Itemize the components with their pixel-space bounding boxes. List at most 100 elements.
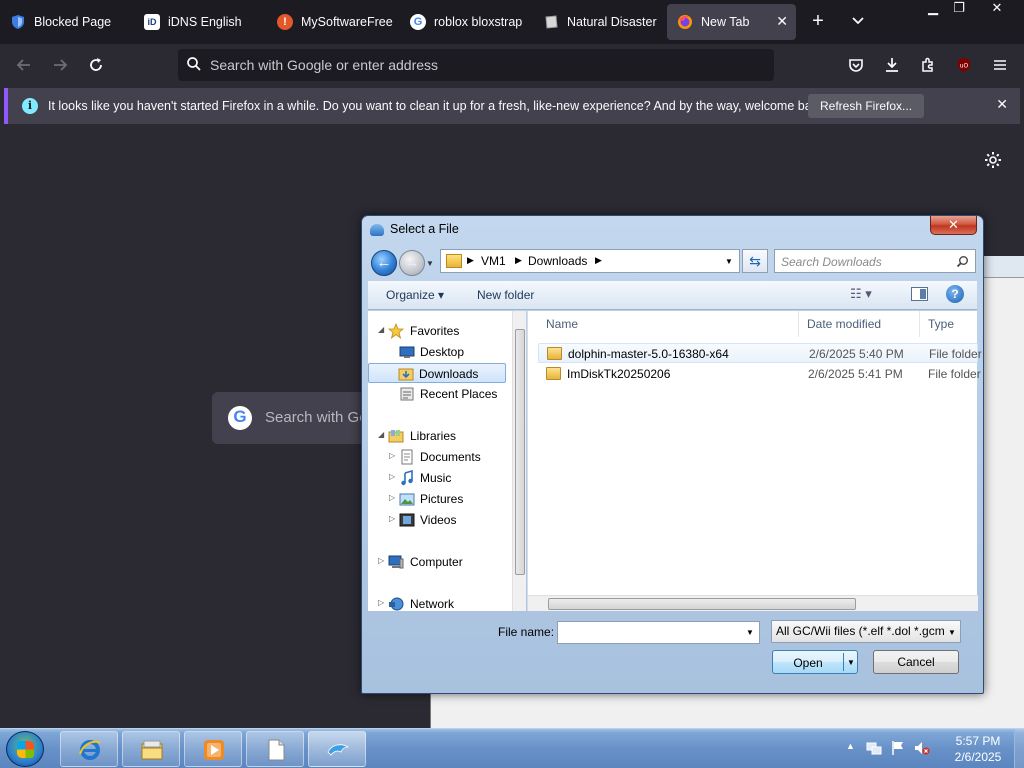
- file-row[interactable]: ImDiskTk20250206 2/6/2025 5:41 PM File f…: [538, 364, 981, 384]
- idns-icon: iD: [144, 14, 160, 30]
- file-row[interactable]: dolphin-master-5.0-16380-x64 2/6/2025 5:…: [538, 343, 982, 363]
- chevron-down-icon[interactable]: ▼: [746, 628, 754, 637]
- collapsed-triangle-icon[interactable]: ▷: [378, 598, 384, 607]
- start-button[interactable]: [6, 731, 44, 767]
- open-button[interactable]: Open ▼: [772, 650, 858, 674]
- address-bar[interactable]: [178, 49, 774, 81]
- network-tray-icon[interactable]: [866, 740, 882, 756]
- nav-music[interactable]: ▷ Music: [368, 468, 506, 488]
- gear-icon[interactable]: [983, 150, 1003, 173]
- chevron-right-icon[interactable]: ▶: [467, 255, 474, 266]
- tab-roblox-bloxstrap[interactable]: G roblox bloxstrap: [400, 4, 533, 40]
- collapsed-triangle-icon[interactable]: ▷: [389, 514, 395, 523]
- reload-button[interactable]: [84, 53, 108, 77]
- videos-icon: [399, 512, 415, 528]
- show-hidden-icons[interactable]: ▲: [846, 741, 855, 751]
- nav-downloads[interactable]: Downloads: [368, 363, 506, 383]
- firefox-icon: [677, 14, 693, 30]
- taskbar-blank-document[interactable]: [246, 731, 304, 767]
- help-icon[interactable]: ?: [946, 285, 964, 303]
- media-player-icon: [202, 738, 226, 762]
- collapsed-triangle-icon[interactable]: ▷: [389, 472, 395, 481]
- forward-button[interactable]: [48, 53, 72, 77]
- nav-desktop[interactable]: Desktop: [368, 342, 506, 362]
- back-button[interactable]: ←: [371, 250, 397, 276]
- chevron-right-icon[interactable]: ▶: [595, 255, 602, 266]
- collapsed-triangle-icon[interactable]: ▷: [378, 556, 384, 565]
- nav-videos[interactable]: ▷ Videos: [368, 510, 506, 530]
- tab-blocked-page[interactable]: Blocked Page: [0, 4, 134, 40]
- expand-triangle-icon[interactable]: ◢: [378, 325, 384, 334]
- taskbar-internet-explorer[interactable]: [60, 731, 118, 767]
- tab-natural-disaster[interactable]: Natural Disaster: [533, 4, 666, 40]
- collapsed-triangle-icon[interactable]: ▷: [389, 451, 395, 460]
- close-icon[interactable]: ✕: [996, 96, 1008, 113]
- nav-libraries[interactable]: ◢ Libraries: [368, 426, 506, 446]
- refresh-button[interactable]: ⇆: [742, 249, 768, 273]
- refresh-firefox-button[interactable]: Refresh Firefox...: [808, 94, 925, 118]
- collapsed-triangle-icon[interactable]: ▷: [389, 493, 395, 502]
- system-clock[interactable]: 5:57 PM 2/6/2025: [938, 733, 1018, 765]
- chevron-right-icon[interactable]: ▶: [515, 255, 522, 266]
- taskbar-dolphin[interactable]: [308, 731, 366, 767]
- tab-title: MySoftwareFree: [301, 15, 393, 29]
- close-window-icon[interactable]: ✕: [982, 0, 1012, 18]
- file-list-scrollbar[interactable]: [528, 595, 978, 611]
- nav-recent-places[interactable]: Recent Places: [368, 384, 506, 404]
- menu-icon[interactable]: [988, 53, 1012, 77]
- organize-button[interactable]: Organize ▾: [386, 288, 444, 302]
- mysoftware-icon: !: [277, 14, 293, 30]
- change-view-icon[interactable]: ☷ ▾: [850, 286, 872, 302]
- extensions-icon[interactable]: [916, 53, 940, 77]
- taskbar-media-player[interactable]: [184, 731, 242, 767]
- nav-network[interactable]: ▷ Network: [368, 594, 506, 614]
- taskbar-file-explorer[interactable]: [122, 731, 180, 767]
- chevron-down-icon[interactable]: ▼: [725, 257, 733, 266]
- chevron-down-icon[interactable]: ▼: [948, 628, 956, 637]
- file-type-filter[interactable]: All GC/Wii files (*.elf *.dol *.gcm: [771, 620, 961, 643]
- preview-pane-icon[interactable]: [911, 287, 928, 301]
- back-button[interactable]: [12, 53, 36, 77]
- file-explorer-icon: [140, 738, 164, 762]
- pocket-icon[interactable]: [844, 53, 868, 77]
- address-breadcrumb[interactable]: ▶ VM1 ▶ Downloads ▶ ▼: [440, 249, 740, 273]
- new-tab-button[interactable]: +: [806, 10, 830, 34]
- chevron-down-icon[interactable]: ▼: [847, 658, 855, 667]
- search-downloads-box[interactable]: [774, 249, 976, 273]
- nav-documents[interactable]: ▷ Documents: [368, 447, 506, 467]
- column-header-name[interactable]: Name: [538, 311, 799, 337]
- chevron-down-icon[interactable]: ▼: [426, 259, 434, 268]
- chevron-down-icon[interactable]: [846, 10, 870, 34]
- downloads-icon[interactable]: [880, 53, 904, 77]
- nav-favorites[interactable]: ◢ Favorites: [368, 321, 506, 341]
- breadcrumb-downloads[interactable]: Downloads: [528, 254, 587, 268]
- action-center-flag-icon[interactable]: [890, 740, 906, 756]
- scrollbar-thumb[interactable]: [548, 598, 856, 610]
- file-date: 2/6/2025 5:41 PM: [808, 367, 903, 381]
- tab-new-tab[interactable]: New Tab ✕: [667, 4, 796, 40]
- google-icon: G: [228, 406, 252, 430]
- close-icon[interactable]: ✕: [930, 216, 977, 235]
- new-folder-button[interactable]: New folder: [477, 288, 534, 302]
- tab-idns-english[interactable]: iD iDNS English: [134, 4, 267, 40]
- nav-pictures[interactable]: ▷ Pictures: [368, 489, 506, 509]
- file-name-input[interactable]: [557, 621, 760, 644]
- file-type: File folder: [928, 367, 981, 381]
- forward-button[interactable]: →: [399, 250, 425, 276]
- volume-muted-icon[interactable]: [914, 740, 930, 756]
- show-desktop-button[interactable]: [1014, 729, 1024, 768]
- breadcrumb-vm1[interactable]: VM1: [481, 254, 506, 268]
- tab-mysoftwarefree[interactable]: ! MySoftwareFree: [267, 4, 400, 40]
- column-header-date-modified[interactable]: Date modified: [799, 311, 920, 337]
- restore-icon[interactable]: ❐: [944, 0, 974, 18]
- address-input[interactable]: [210, 55, 760, 75]
- cancel-button[interactable]: Cancel: [873, 650, 959, 674]
- column-header-type[interactable]: Type: [920, 311, 978, 337]
- scrollbar-thumb[interactable]: [515, 329, 525, 575]
- ublock-origin-icon[interactable]: uO: [952, 53, 976, 77]
- navigation-scrollbar[interactable]: [512, 311, 526, 611]
- search-input[interactable]: [781, 254, 951, 270]
- close-tab-icon[interactable]: ✕: [776, 13, 788, 30]
- expand-triangle-icon[interactable]: ◢: [378, 430, 384, 439]
- nav-computer[interactable]: ▷ Computer: [368, 552, 506, 572]
